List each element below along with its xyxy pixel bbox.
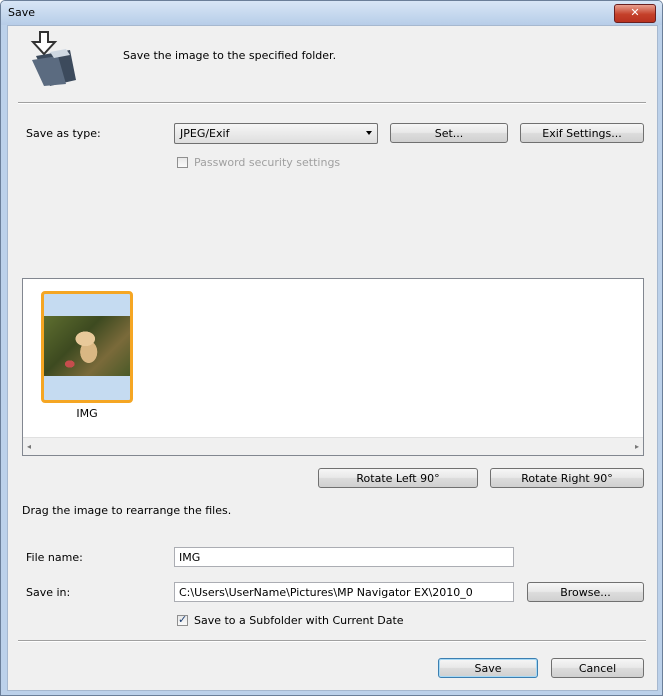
- save-button[interactable]: Save: [438, 658, 538, 678]
- close-button[interactable]: ✕: [614, 4, 656, 23]
- image-thumbnail[interactable]: [41, 291, 133, 403]
- save-button-label: Save: [474, 662, 502, 675]
- save-as-type-value: JPEG/Exif: [180, 127, 230, 140]
- header-description: Save the image to the specified folder.: [123, 49, 337, 62]
- footer-divider: [18, 640, 646, 642]
- file-name-value: IMG: [179, 551, 201, 564]
- save-in-label: Save in:: [26, 586, 71, 599]
- drag-hint-text: Drag the image to rearrange the files.: [22, 504, 232, 517]
- save-in-path-field[interactable]: C:\Users\UserName\Pictures\MP Navigator …: [174, 582, 514, 602]
- thumbnail-label: IMG: [76, 407, 98, 420]
- dialog-client-area: Save the image to the specified folder. …: [7, 25, 658, 691]
- subfolder-checkbox[interactable]: [177, 613, 188, 626]
- window-title: Save: [8, 6, 36, 19]
- exif-settings-button-label: Exif Settings...: [542, 127, 622, 140]
- header-divider: [18, 102, 646, 104]
- save-as-type-select[interactable]: JPEG/Exif: [174, 123, 378, 144]
- save-dialog: Save ✕ Save the image to the specified f…: [0, 0, 663, 696]
- set-button-label: Set...: [434, 127, 464, 140]
- title-bar[interactable]: Save ✕: [1, 1, 662, 25]
- browse-button[interactable]: Browse...: [527, 582, 644, 602]
- cancel-button[interactable]: Cancel: [551, 658, 644, 678]
- rotate-right-button[interactable]: Rotate Right 90°: [490, 468, 644, 488]
- set-button[interactable]: Set...: [390, 123, 508, 143]
- file-name-input[interactable]: IMG: [174, 547, 514, 567]
- close-icon: ✕: [630, 6, 640, 19]
- rotate-right-button-label: Rotate Right 90°: [521, 472, 613, 485]
- password-security-checkbox[interactable]: [177, 157, 188, 168]
- browse-button-label: Browse...: [560, 586, 611, 599]
- rotate-left-button[interactable]: Rotate Left 90°: [318, 468, 478, 488]
- horizontal-scrollbar[interactable]: ◂ ▸: [23, 437, 643, 455]
- scroll-right-icon[interactable]: ▸: [635, 442, 639, 451]
- save-in-value: C:\Users\UserName\Pictures\MP Navigator …: [179, 586, 473, 599]
- rotate-left-button-label: Rotate Left 90°: [356, 472, 440, 485]
- exif-settings-button[interactable]: Exif Settings...: [520, 123, 644, 143]
- password-security-label: Password security settings: [194, 156, 341, 169]
- subfolder-label: Save to a Subfolder with Current Date: [194, 614, 404, 627]
- dog-photo-thumbnail: [44, 316, 130, 376]
- chevron-down-icon: [366, 131, 372, 135]
- save-as-type-label: Save as type:: [26, 127, 101, 140]
- file-name-label: File name:: [26, 551, 83, 564]
- cancel-button-label: Cancel: [578, 662, 617, 675]
- scroll-left-icon[interactable]: ◂: [27, 442, 31, 451]
- image-list-view[interactable]: IMG ◂ ▸: [22, 278, 644, 456]
- folder-save-icon: [30, 31, 76, 86]
